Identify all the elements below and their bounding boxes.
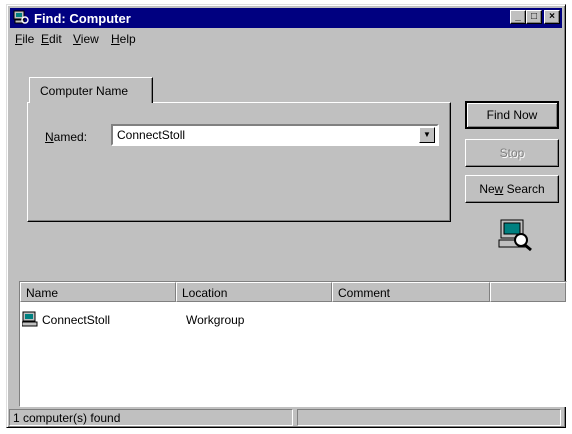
status-text: 1 computer(s) found [9, 409, 293, 426]
find-now-button[interactable]: Find Now [465, 101, 559, 129]
named-value[interactable]: ConnectStoll [117, 128, 185, 142]
magnifier-computer-icon [498, 219, 532, 252]
column-header-name[interactable]: Name [20, 282, 176, 302]
menu-view[interactable]: View [73, 32, 99, 46]
column-header-location[interactable]: Location [176, 282, 332, 302]
status-pane-empty [297, 409, 561, 426]
close-button[interactable]: × [544, 10, 560, 24]
column-header-comment[interactable]: Comment [332, 282, 490, 302]
tab-computer-name[interactable]: Computer Name [29, 77, 153, 103]
title-bar[interactable]: Find: Computer _ □ × [10, 8, 562, 28]
computer-icon [22, 311, 38, 327]
new-search-button[interactable]: New Search [465, 175, 559, 203]
maximize-button[interactable]: □ [526, 10, 542, 24]
menu-help[interactable]: Help [111, 32, 136, 46]
column-header-extra[interactable] [490, 282, 566, 302]
result-location: Workgroup [186, 313, 245, 327]
menu-edit[interactable]: Edit [41, 32, 62, 46]
chevron-down-icon[interactable]: ▼ [419, 127, 435, 143]
results-list[interactable]: Name Location Comment ConnectStoll Workg… [19, 281, 567, 407]
menu-file[interactable]: File [15, 32, 34, 46]
result-name: ConnectStoll [42, 313, 111, 327]
window-title: Find: Computer [34, 11, 131, 26]
stop-button[interactable]: Stop [465, 139, 559, 167]
computer-search-icon [13, 10, 29, 24]
named-combobox[interactable]: ConnectStoll ▼ [111, 124, 439, 146]
named-label: Named: [45, 130, 88, 144]
search-criteria-panel [27, 102, 451, 222]
minimize-button[interactable]: _ [510, 10, 526, 24]
status-bar: 1 computer(s) found [7, 408, 565, 427]
find-computer-window: Find: Computer _ □ × File Edit View Help… [6, 4, 567, 428]
